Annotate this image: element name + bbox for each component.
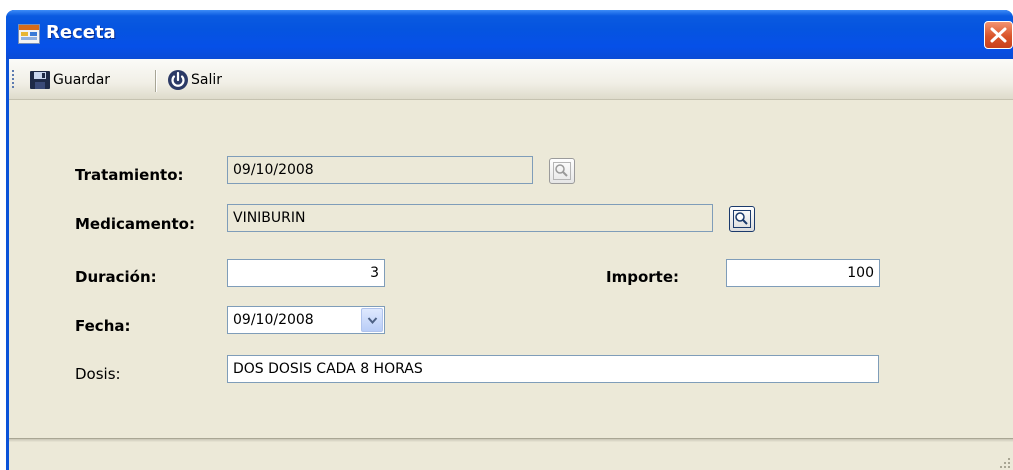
dosis-field[interactable]: DOS DOSIS CADA 8 HORAS <box>227 355 879 383</box>
toolbar-grip-icon[interactable] <box>12 70 15 92</box>
tratamiento-lookup-button[interactable] <box>549 158 575 184</box>
search-icon <box>733 210 751 228</box>
window-client-area: Guardar Salir Tratamiento: 09/10/2008 Me… <box>9 59 1013 470</box>
receta-window: Receta Guardar Salir Tratamiento: 09/10/… <box>6 10 1013 470</box>
save-button[interactable]: Guardar <box>29 66 110 94</box>
fecha-value: 09/10/2008 <box>233 312 314 328</box>
title-bar[interactable]: Receta <box>6 10 1013 59</box>
power-icon <box>168 70 188 90</box>
dosis-label: Dosis: <box>75 365 121 383</box>
toolbar-separator <box>155 70 157 92</box>
search-icon <box>553 162 571 180</box>
medicamento-field[interactable]: VINIBURIN <box>227 204 713 232</box>
duracion-field[interactable]: 3 <box>227 259 385 287</box>
duracion-label: Duración: <box>75 268 157 286</box>
exit-button[interactable]: Salir <box>167 66 222 94</box>
chevron-down-icon <box>367 317 378 325</box>
medicamento-label: Medicamento: <box>75 215 195 233</box>
app-window-icon <box>18 24 40 44</box>
status-bar <box>9 438 1013 470</box>
tratamiento-label: Tratamiento: <box>75 166 184 184</box>
resize-grip-icon[interactable] <box>999 457 1011 469</box>
close-button[interactable] <box>984 21 1013 49</box>
medicamento-lookup-button[interactable] <box>729 206 755 232</box>
importe-field[interactable]: 100 <box>726 259 880 287</box>
exit-button-label: Salir <box>191 72 223 88</box>
save-icon <box>30 71 50 89</box>
importe-label: Importe: <box>606 268 679 286</box>
tratamiento-field[interactable]: 09/10/2008 <box>227 156 533 184</box>
window-title: Receta <box>46 22 116 43</box>
fecha-label: Fecha: <box>75 317 131 335</box>
close-icon <box>990 27 1007 43</box>
fecha-dropdown-button[interactable] <box>361 308 383 332</box>
toolbar: Guardar Salir <box>9 59 1013 100</box>
save-button-label: Guardar <box>53 72 111 88</box>
